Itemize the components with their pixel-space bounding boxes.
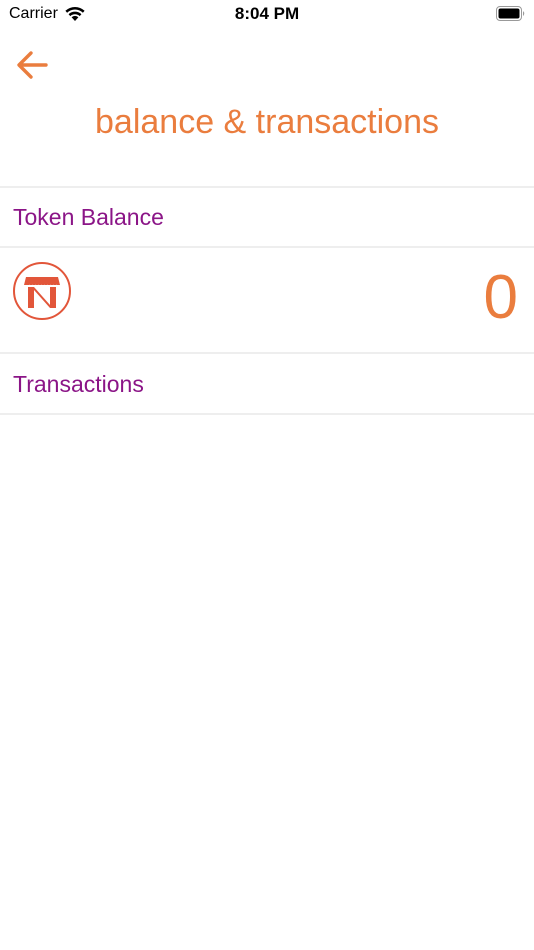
- transactions-header: Transactions: [13, 371, 144, 397]
- divider: [0, 246, 534, 248]
- token-balance-value: 0: [483, 263, 518, 332]
- page-title: balance & transactions: [95, 103, 439, 141]
- battery-icon: [496, 6, 525, 21]
- status-bar: Carrier 8:04 PM: [0, 0, 534, 30]
- arrow-left-icon: [17, 51, 48, 79]
- clock: 8:04 PM: [234, 4, 300, 23]
- store-logo-icon: [13, 262, 71, 320]
- screen: Carrier 8:04 PM balance & transactions T…: [0, 0, 534, 950]
- divider: [0, 413, 534, 415]
- divider: [0, 186, 534, 188]
- token-balance-row: 0: [0, 249, 534, 353]
- divider: [0, 352, 534, 354]
- token-balance-header: Token Balance: [13, 204, 164, 230]
- back-button[interactable]: [14, 48, 50, 82]
